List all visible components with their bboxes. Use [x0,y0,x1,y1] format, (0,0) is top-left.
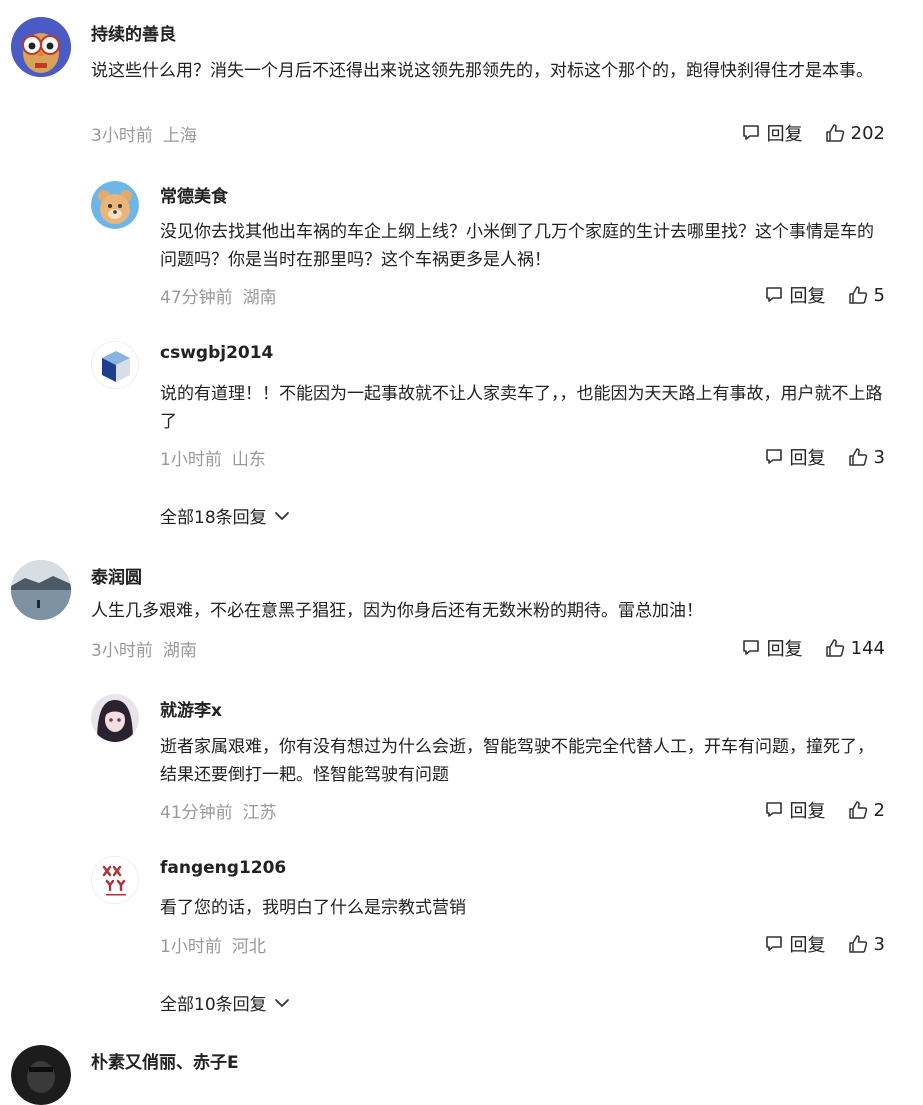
avatar[interactable] [11,1045,71,1105]
avatar[interactable] [91,856,139,904]
anime-avatar-icon [91,694,139,742]
xxyy-logo-avatar-icon [92,857,138,903]
reply-button[interactable]: 回复 [764,931,826,957]
reply-actions: 回复 2 [764,797,885,823]
like-button[interactable]: 5 [848,285,885,306]
comment-location: 上海 [162,126,197,146]
like-button[interactable]: 202 [825,123,885,144]
reply-button[interactable]: 回复 [764,797,826,823]
reply-text: 没见你去找其他出车祸的车企上纲上线？小米倒了几万个家庭的生计去哪里找？这个事情是… [160,222,874,270]
expand-replies-label: 全部18条回复 [160,508,267,528]
chevron-down-icon [274,511,289,520]
comment-text: 说这些什么用？消失一个月后不还得出来说这领先那领先的，对标这个那个的，跑得快刹得… [91,61,873,81]
reply-text: 说的有道理！！不能因为一起事故就不让人家卖车了，，也能因为天天路上有事故，用户就… [160,384,883,432]
avatar[interactable] [91,694,139,742]
reply-time: 1小时前 [160,937,222,957]
username[interactable]: cswgbj2014 [160,343,273,363]
like-count: 202 [850,122,885,144]
reply-button[interactable]: 回复 [764,282,826,308]
like-count: 3 [873,933,885,955]
reply-icon [742,640,759,655]
thumbs-up-icon [848,286,867,304]
reply-icon [765,449,782,464]
reply-time: 47分钟前 [160,288,233,308]
owl-avatar-icon [11,17,71,77]
reply-button[interactable]: 回复 [764,444,826,470]
reply-meta: 47分钟前 湖南 [160,283,277,308]
like-count: 2 [873,799,885,821]
username[interactable]: 常德美食 [160,182,228,207]
dark-avatar-icon [11,1045,71,1105]
reply-actions: 回复 3 [764,931,885,957]
like-count: 3 [873,446,885,468]
reply-label: 回复 [789,286,826,307]
chevron-down-icon [274,998,289,1007]
username[interactable]: 朴素又俏丽、赤子E [91,1048,239,1073]
like-count: 5 [873,284,885,306]
reply-icon [765,802,782,817]
reply-button[interactable]: 回复 [741,120,803,146]
username[interactable]: 泰润圆 [91,563,142,588]
username[interactable]: 就游李x [160,696,222,721]
comment-actions: 回复 144 [741,635,885,661]
expand-replies-button[interactable]: 全部18条回复 [160,503,291,528]
like-button[interactable]: 2 [848,800,885,821]
username[interactable]: fangeng1206 [160,858,286,878]
reply-actions: 回复 5 [764,282,885,308]
reply-time: 41分钟前 [160,803,233,823]
thumbs-up-icon [825,639,844,657]
reply-label: 回复 [789,801,826,822]
expand-replies-label: 全部10条回复 [160,995,267,1015]
reply-time: 1小时前 [160,450,222,470]
comment-actions: 回复 202 [741,120,885,146]
reply-location: 河北 [231,937,266,957]
comment-location: 湖南 [162,641,197,661]
avatar[interactable] [11,17,71,77]
bear-avatar-icon [91,181,139,229]
reply-meta: 41分钟前 江苏 [160,798,277,823]
like-button[interactable]: 3 [848,447,885,468]
avatar[interactable] [91,341,139,389]
reply-icon [742,125,759,140]
reply-icon [765,936,782,951]
thumbs-up-icon [848,448,867,466]
reply-actions: 回复 3 [764,444,885,470]
comment-text: 人生几多艰难，不必在意黑子猖狂，因为你身后还有无数米粉的期待。雷总加油！ [91,601,703,621]
thumbs-up-icon [848,935,867,953]
reply-button[interactable]: 回复 [741,635,803,661]
reply-text: 看了您的话，我明白了什么是宗教式营销 [160,898,466,918]
reply-text: 逝者家属艰难，你有没有想过为什么会逝，智能驾驶不能完全代替人工，开车有问题，撞死… [160,737,874,785]
comment-meta: 3小时前 湖南 [91,636,197,661]
reply-meta: 1小时前 山东 [160,445,266,470]
like-button[interactable]: 3 [848,934,885,955]
reply-location: 湖南 [242,288,277,308]
thumbs-up-icon [825,124,844,142]
comment-time: 3小时前 [91,126,153,146]
reply-label: 回复 [766,124,803,145]
reply-label: 回复 [789,448,826,469]
expand-replies-button[interactable]: 全部10条回复 [160,990,291,1015]
landscape-avatar-icon [11,560,71,620]
reply-icon [765,287,782,302]
thumbs-up-icon [848,801,867,819]
like-count: 144 [850,637,885,659]
reply-location: 山东 [231,450,266,470]
cube-avatar-icon [92,342,138,388]
reply-meta: 1小时前 河北 [160,932,266,957]
reply-location: 江苏 [242,803,277,823]
comment-time: 3小时前 [91,641,153,661]
reply-label: 回复 [789,935,826,956]
like-button[interactable]: 144 [825,638,885,659]
comment-meta: 3小时前 上海 [91,121,197,146]
username[interactable]: 持续的善良 [91,20,176,45]
avatar[interactable] [91,181,139,229]
reply-label: 回复 [766,639,803,660]
avatar[interactable] [11,560,71,620]
